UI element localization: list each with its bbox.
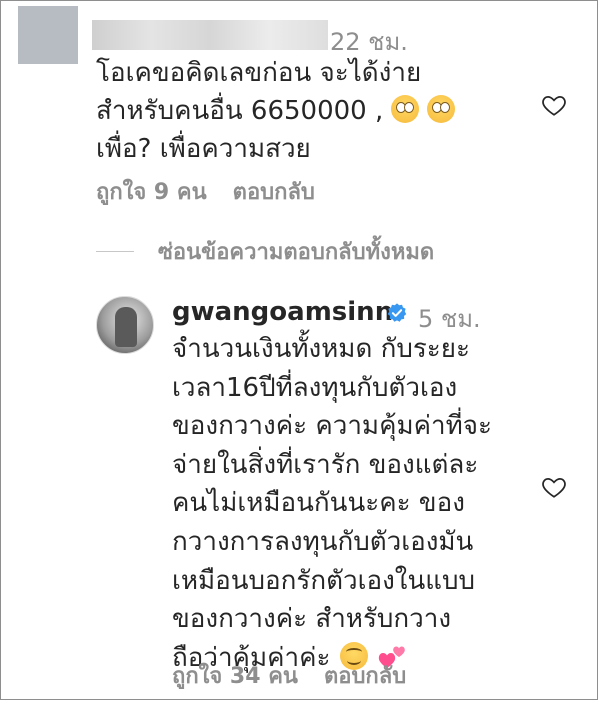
face-with-rolling-eyes-icon	[391, 95, 420, 123]
avatar[interactable]	[96, 296, 154, 354]
comment-line: เพื่อ? เพื่อความสวย	[96, 134, 311, 164]
reply-button[interactable]: ตอบกลับ	[324, 664, 406, 689]
reply-line: ของกวางค่ะ สำหรับกวาง	[172, 604, 452, 635]
reply-line: จำนวนเงินทั้งหมด กับระยะ	[172, 334, 470, 364]
reply-button[interactable]: ตอบกลับ	[233, 180, 315, 205]
reply-line: คนไม่เหมือนกันนะคะ ของ	[172, 488, 465, 519]
avatar[interactable]	[18, 6, 78, 64]
like-heart-icon[interactable]	[541, 474, 567, 500]
comment-line: สำหรับคนอื่น 6650000 ,	[96, 92, 526, 130]
comment-line-text: สำหรับคนอื่น 6650000 ,	[96, 96, 384, 126]
username-link[interactable]: gwangoamsinn	[172, 297, 393, 327]
reply-line: จ่ายในสิ่งที่เรารัก ของแต่ละ	[172, 449, 479, 480]
likes-count[interactable]: ถูกใจ 34 คน	[172, 664, 298, 689]
reply-line: เหมือนบอกรักตัวเองในแบบ	[172, 565, 476, 596]
avatar-figure	[115, 307, 137, 347]
reply-line: ของกวางค่ะ ความคุ้มค่าที่จะ	[172, 411, 492, 442]
divider-line	[96, 251, 134, 252]
likes-count[interactable]: ถูกใจ 9 คน	[96, 180, 207, 205]
comment-line: โอเคขอคิดเลขก่อน จะได้ง่าย	[96, 58, 422, 88]
verified-badge-icon	[387, 303, 407, 322]
username-redacted	[92, 20, 328, 50]
hide-replies-button[interactable]: ซ่อนข้อความตอบกลับทั้งหมด	[158, 234, 434, 269]
like-heart-icon[interactable]	[541, 92, 567, 118]
reply-text: จำนวนเงินทั้งหมด กับระยะ เวลา16ปีที่ลงทุ…	[172, 330, 552, 677]
face-with-rolling-eyes-icon	[427, 95, 456, 123]
reply-meta: ถูกใจ 34 คน ตอบกลับ	[172, 658, 432, 693]
comment-text: โอเคขอคิดเลขก่อน จะได้ง่าย สำหรับคนอื่น …	[96, 54, 526, 168]
reply-line: กวางการลงทุนกับตัวเองมัน	[172, 526, 474, 557]
comment-meta: ถูกใจ 9 คน ตอบกลับ	[96, 174, 341, 209]
reply-line: เวลา16ปีที่ลงทุนกับตัวเอง	[172, 372, 458, 403]
